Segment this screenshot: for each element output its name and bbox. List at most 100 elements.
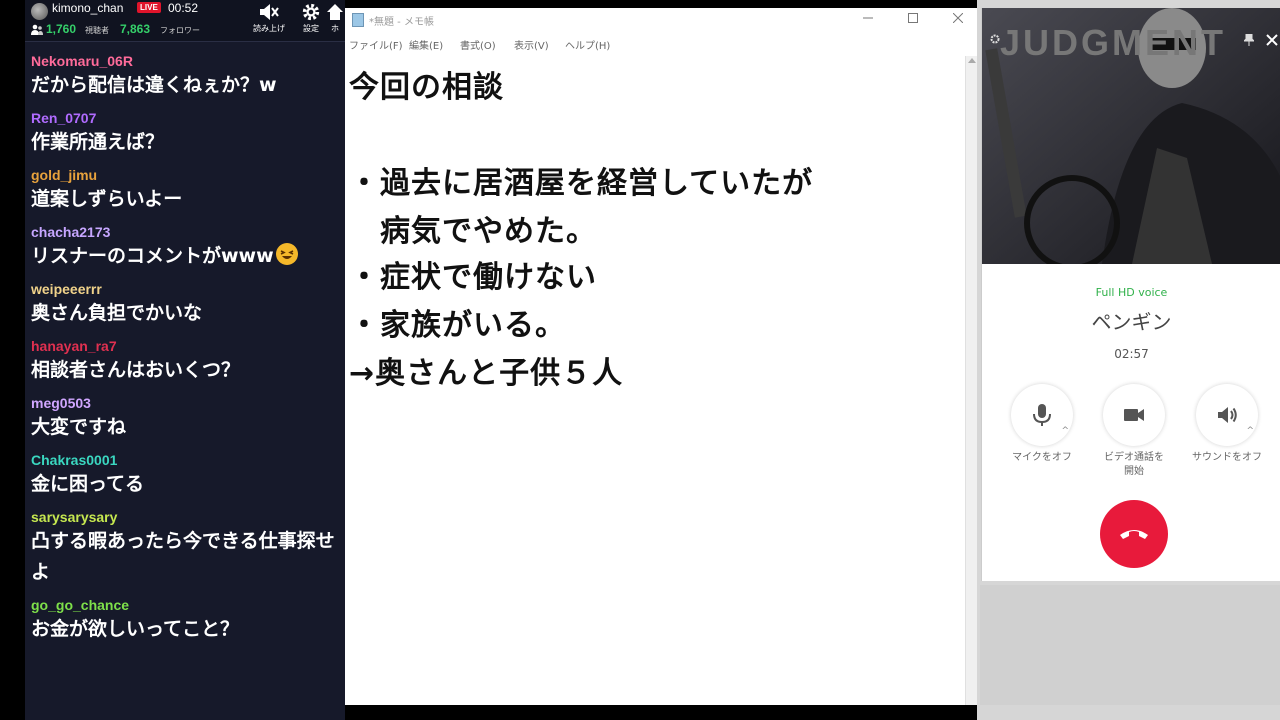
notepad-window: *無題 - メモ帳 ファイル(F) 編集(E) 書式(O) 表示(V) ヘルプ(… (345, 8, 977, 705)
desktop-background-lower (980, 585, 1280, 705)
maximize-icon (907, 13, 918, 23)
chat-text-content: だから配信は違くねぇか？w (31, 74, 277, 96)
chevron-up-icon[interactable]: ^ (1246, 426, 1254, 436)
chat-message: Nekomaru_06R だから配信は違くねぇか？w (25, 44, 345, 101)
viewer-count: 1,760 (46, 22, 77, 36)
settings-gear-icon[interactable] (990, 34, 1000, 44)
menu-edit[interactable]: 編集(E) (409, 37, 443, 52)
chat-text: リスナーのコメントがwww (31, 241, 339, 272)
mute-sound-control: ^ サウンドをオフ (1187, 384, 1267, 465)
mute-mic-label: マイクをオフ (1012, 452, 1072, 463)
streamer-username[interactable]: kimono_chan (52, 1, 123, 15)
mute-mic-control: ^ マイクをオフ (1002, 384, 1082, 465)
chat-message: weipeeerrr 奥さん負担でかいな (25, 272, 345, 329)
avatar[interactable] (31, 3, 48, 20)
home-label: ホ (331, 24, 339, 33)
start-video-control: ビデオ通話を開始 (1094, 384, 1174, 479)
chat-text-content: お金が欲しいってこと？ (31, 618, 240, 640)
menu-format[interactable]: 書式(O) (460, 37, 496, 52)
notepad-app-icon (352, 13, 364, 27)
chat-text-content: リスナーのコメントがwww (31, 245, 274, 267)
hd-voice-label: Full HD voice (1095, 286, 1168, 299)
mute-mic-button[interactable]: ^ (1011, 384, 1073, 446)
chat-text-content: 凸する暇あったら今できる仕事探せよ (31, 530, 335, 583)
chat-message: Chakras0001 金に困ってる (25, 443, 345, 500)
text-line: 今回の相談 (349, 70, 504, 105)
video-title-text: JUDGMENT (1000, 22, 1227, 63)
chat-text: 道案しずらいよー (31, 184, 339, 215)
chat-message: Ren_0707 作業所通えば？ (25, 101, 345, 158)
home-icon (327, 4, 343, 20)
text-line: ・家族がいる。 (349, 308, 566, 343)
call-info-panel: Full HD voice ペンギン 02:57 ^ マイクをオフ ビデオ通話を… (982, 264, 1280, 581)
minimize-button[interactable] (845, 8, 890, 32)
close-icon (952, 12, 963, 24)
microphone-icon (1033, 404, 1051, 426)
video-camera-icon (1124, 409, 1144, 421)
chat-username[interactable]: sarysarysary (31, 508, 339, 526)
chevron-up-icon[interactable]: ^ (1061, 426, 1069, 436)
start-video-button[interactable] (1103, 384, 1165, 446)
menu-file[interactable]: ファイル(F) (349, 37, 403, 52)
vertical-scrollbar[interactable] (965, 56, 977, 705)
viewers-icon (31, 24, 43, 35)
phone-hangup-icon (1120, 530, 1148, 539)
chat-username[interactable]: Ren_0707 (31, 109, 339, 127)
read-aloud-label: 読み上げ (253, 24, 285, 33)
follower-label: フォロワー (160, 26, 200, 35)
chat-message: hanayan_ra7 相談者さんはおいくつ？ (25, 329, 345, 386)
live-elapsed-time: 00:52 (168, 1, 199, 15)
hangup-button[interactable] (1100, 500, 1168, 568)
chat-text: 金に困ってる (31, 469, 339, 500)
caller-video: JUDGMENT (982, 8, 1280, 264)
chat-message: sarysarysary 凸する暇あったら今できる仕事探せよ (25, 500, 345, 588)
chat-message: meg0503 大変ですね (25, 386, 345, 443)
mute-sound-button[interactable]: ^ (1196, 384, 1258, 446)
notepad-text-area[interactable]: 今回の相談 ・過去に居酒屋を経営していたが 病気でやめた。 ・症状で働けない ・… (345, 58, 965, 705)
chat-text: 凸する暇あったら今できる仕事探せよ (31, 526, 339, 588)
chat-username[interactable]: weipeeerrr (31, 280, 339, 298)
chat-text-content: 作業所通えば？ (31, 131, 165, 153)
chat-text: お金が欲しいってこと？ (31, 614, 339, 645)
chat-text-content: 道案しずらいよー (31, 188, 183, 210)
chat-panel: kimono_chan LIVE 00:52 1,760 視聴者 7,863 フ… (25, 0, 345, 720)
chat-username[interactable]: gold_jimu (31, 166, 339, 184)
caller-name: ペンギン (1091, 310, 1172, 334)
chat-username[interactable]: go_go_chance (31, 596, 339, 614)
chat-username[interactable]: Nekomaru_06R (31, 52, 339, 70)
close-call-window-icon[interactable] (1266, 34, 1278, 46)
chat-text-content: 大変ですね (31, 416, 127, 438)
home-button[interactable]: ホ (325, 0, 345, 40)
chat-text: 大変ですね (31, 412, 339, 443)
minimize-icon (862, 17, 873, 19)
chat-username[interactable]: Chakras0001 (31, 451, 339, 469)
live-badge: LIVE (137, 2, 161, 13)
gear-icon (302, 3, 320, 21)
speaker-mute-icon (260, 4, 279, 20)
chat-message-list[interactable]: Nekomaru_06R だから配信は違くねぇか？w Ren_0707 作業所通えば？… (25, 44, 345, 645)
menu-view[interactable]: 表示(V) (514, 37, 549, 52)
close-button[interactable] (935, 8, 980, 32)
read-aloud-button[interactable]: 読み上げ (249, 0, 289, 40)
follower-count: 7,863 (120, 22, 151, 36)
chat-text: 奥さん負担でかいな (31, 298, 339, 329)
scroll-up-icon[interactable] (968, 58, 976, 63)
start-video-label: ビデオ通話を開始 (1104, 452, 1164, 477)
chat-text: 相談者さんはおいくつ？ (31, 355, 339, 386)
pin-icon[interactable] (1244, 34, 1254, 46)
mute-sound-label: サウンドをオフ (1192, 452, 1262, 463)
chat-message: chacha2173 リスナーのコメントがwww (25, 215, 345, 272)
text-line: 病気でやめた。 (349, 214, 597, 249)
viewer-label: 視聴者 (85, 26, 109, 35)
chat-username[interactable]: meg0503 (31, 394, 339, 412)
maximize-button[interactable] (890, 8, 935, 32)
call-duration: 02:57 (1114, 347, 1149, 361)
chat-message: gold_jimu 道案しずらいよー (25, 158, 345, 215)
chat-text-content: 奥さん負担でかいな (31, 302, 203, 324)
chat-text-content: 相談者さんはおいくつ？ (31, 359, 241, 381)
chat-username[interactable]: chacha2173 (31, 223, 339, 241)
chat-username[interactable]: hanayan_ra7 (31, 337, 339, 355)
chat-text-content: 金に困ってる (31, 473, 145, 495)
menu-help[interactable]: ヘルプ(H) (565, 37, 610, 52)
notepad-titlebar[interactable]: *無題 - メモ帳 (345, 8, 977, 32)
